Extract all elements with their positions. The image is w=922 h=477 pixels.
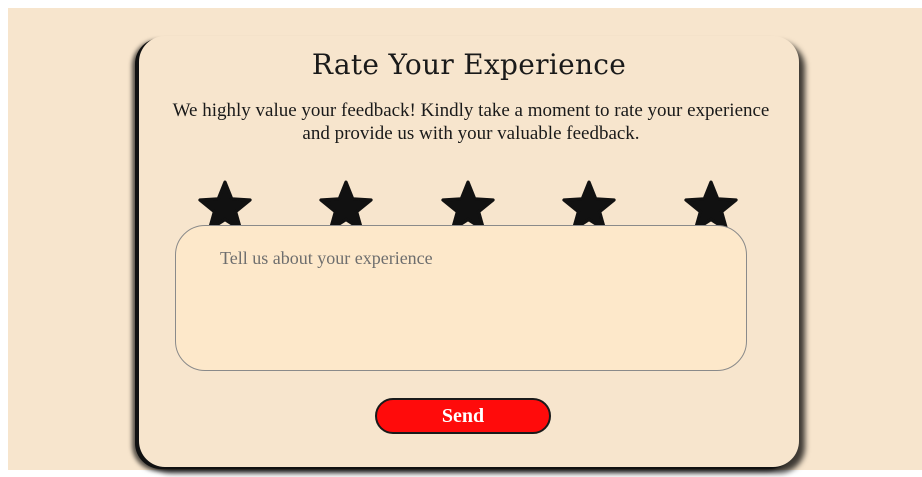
star-rating (193, 180, 753, 230)
star-1-icon[interactable] (193, 180, 257, 230)
feedback-textarea[interactable] (175, 225, 747, 371)
star-5-icon[interactable] (679, 180, 743, 230)
star-4-icon[interactable] (557, 180, 621, 230)
send-button[interactable]: Send (375, 398, 551, 434)
star-2-icon[interactable] (314, 180, 378, 230)
card-title: Rate Your Experience (311, 48, 627, 81)
star-3-icon[interactable] (436, 180, 500, 230)
rating-card: Rate Your Experience We highly value you… (139, 36, 799, 467)
card-subtitle: We highly value your feedback! Kindly ta… (172, 100, 770, 144)
page-background: Rate Your Experience We highly value you… (8, 8, 922, 470)
